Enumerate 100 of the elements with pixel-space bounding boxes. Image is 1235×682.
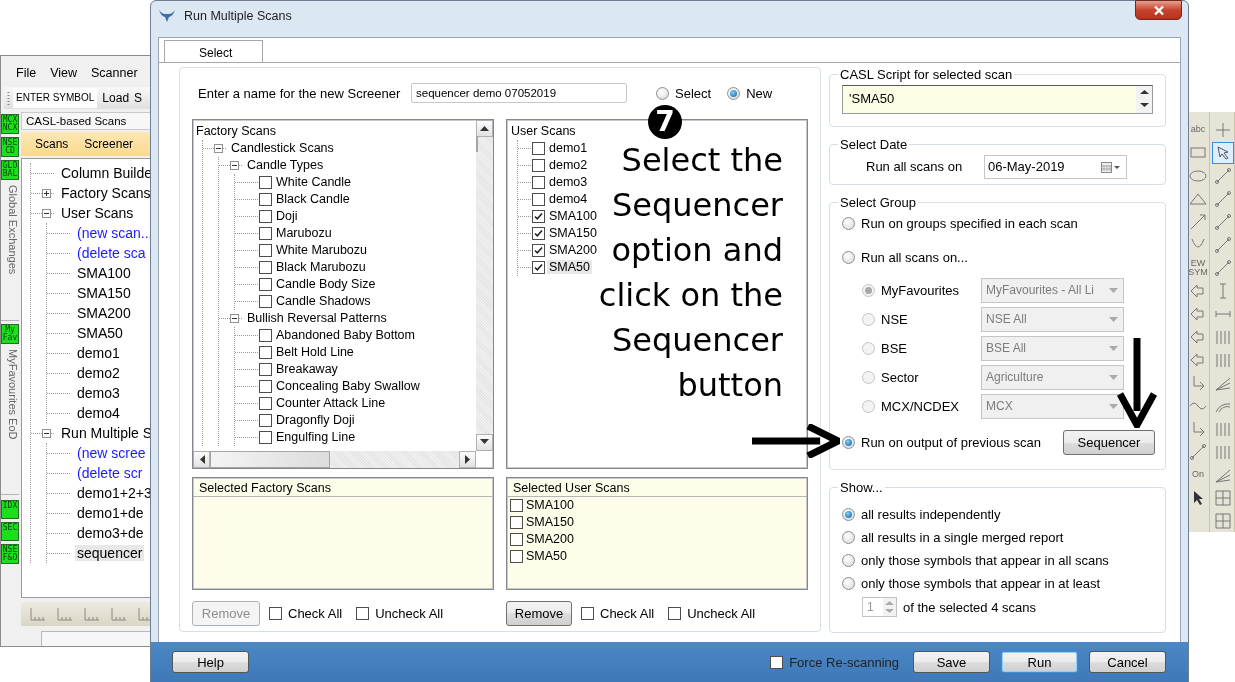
radio-button[interactable]: [842, 507, 855, 521]
side-badge[interactable]: GLO BAL: [1, 160, 19, 180]
tree-item[interactable]: Abandoned Baby Bottom: [274, 328, 417, 343]
tree-item[interactable]: demo3: [75, 385, 122, 401]
checkbox[interactable]: [259, 396, 272, 410]
checkbox[interactable]: [259, 294, 272, 308]
ruler-icon[interactable]: [110, 607, 128, 621]
tree-item[interactable]: SMA200: [547, 243, 599, 258]
checkbox[interactable]: [532, 209, 545, 223]
tree-item[interactable]: Concealing Baby Swallow: [274, 379, 422, 394]
tree-item[interactable]: (delete sca: [75, 245, 148, 261]
checkbox[interactable]: [259, 345, 272, 359]
menu-item[interactable]: File: [16, 66, 37, 80]
side-badge[interactable]: IDX: [1, 500, 19, 519]
sequencer-button[interactable]: Sequencer: [1063, 430, 1155, 456]
tree-item[interactable]: Factory Scans: [196, 124, 276, 139]
tree-item[interactable]: demo4: [75, 405, 122, 421]
tree-item[interactable]: SMA50: [75, 325, 125, 341]
checkbox[interactable]: [510, 515, 523, 529]
scroll-arrow-icon[interactable]: [198, 454, 205, 464]
collapse-icon[interactable]: [230, 313, 239, 323]
vertical-scrollbar[interactable]: [476, 119, 493, 451]
checkbox[interactable]: [770, 655, 784, 669]
checkbox[interactable]: [510, 549, 523, 563]
radio-button[interactable]: [656, 86, 669, 100]
tree-item[interactable]: User Scans: [511, 124, 576, 139]
radio-label[interactable]: New: [746, 85, 773, 101]
calendar-icon[interactable]: [1101, 160, 1121, 173]
tree-item[interactable]: Counter Attack Line: [274, 396, 388, 411]
radio-label[interactable]: only those symbols that appear in at least: [861, 575, 1101, 591]
tree-item[interactable]: SMA100: [547, 209, 599, 224]
menu-item[interactable]: Scans: [35, 137, 69, 151]
tree-item[interactable]: demo2: [75, 365, 122, 381]
expand-icon[interactable]: [42, 188, 51, 198]
radio-button[interactable]: [842, 251, 855, 265]
tool-button[interactable]: abc: [1187, 118, 1209, 141]
side-badge[interactable]: SEC: [1, 522, 19, 541]
tree-item[interactable]: demo1: [547, 141, 590, 156]
checkbox[interactable]: [532, 175, 545, 189]
checkbox[interactable]: [510, 498, 523, 512]
tab[interactable]: Select: [164, 39, 263, 62]
tree-item[interactable]: Candle Types: [245, 158, 326, 173]
tree-item[interactable]: (new scan...: [75, 225, 151, 241]
side-badge[interactable]: My Fav: [1, 324, 19, 344]
radio-button[interactable]: [727, 86, 741, 100]
tree-item[interactable]: SMA50: [547, 260, 592, 275]
menu-item[interactable]: View: [50, 66, 78, 80]
dialog-button[interactable]: Save: [913, 651, 990, 674]
tree-item[interactable]: White Marubozu: [274, 243, 369, 258]
tree-item[interactable]: Belt Hold Line: [274, 345, 356, 360]
checkbox[interactable]: [259, 175, 272, 189]
side-tab[interactable]: Global Exchanges: [1, 183, 19, 321]
dialog-button[interactable]: Run: [1001, 651, 1078, 674]
checkbox-label[interactable]: Uncheck All: [375, 605, 444, 621]
ruler-icon[interactable]: [137, 607, 151, 621]
date-field[interactable]: 06-May-2019: [984, 154, 1127, 179]
checkbox[interactable]: [581, 606, 594, 620]
collapse-icon[interactable]: [230, 160, 239, 170]
ruler-icon[interactable]: [29, 607, 47, 621]
tree-item[interactable]: Factory Scans: [59, 185, 151, 201]
checkbox[interactable]: [532, 243, 545, 257]
collapse-icon[interactable]: [42, 428, 51, 438]
tree-item[interactable]: User Scans: [59, 205, 136, 221]
checkbox-label[interactable]: Check All: [600, 605, 655, 621]
horizontal-scrollbar[interactable]: [193, 450, 476, 468]
name-field[interactable]: sequencer demo 07052019: [411, 83, 627, 104]
side-badge[interactable]: NSE F&O: [1, 544, 19, 564]
checkbox-label[interactable]: Check All: [288, 605, 343, 621]
help-button[interactable]: Help: [172, 651, 249, 674]
checkbox[interactable]: [259, 379, 272, 393]
tree-item[interactable]: Engulfing Line: [274, 430, 358, 445]
checkbox[interactable]: [259, 192, 272, 206]
radio-label[interactable]: all results in a single merged report: [861, 529, 1064, 545]
tree-item[interactable]: Marubozu: [274, 226, 334, 241]
menu-item[interactable]: Scanner: [91, 66, 138, 80]
tree-item[interactable]: demo1: [75, 345, 122, 361]
tool-button[interactable]: EW SYM: [1187, 256, 1209, 279]
dialog-button[interactable]: Cancel: [1089, 651, 1166, 674]
remove-button[interactable]: Remove: [506, 600, 572, 626]
toolbar-button[interactable]: S: [134, 91, 143, 105]
drawing-tool-icon[interactable]: [1212, 141, 1234, 164]
tree-item[interactable]: SMA200: [75, 305, 133, 321]
checkbox[interactable]: [259, 243, 272, 257]
side-badge[interactable]: NSE CD: [1, 137, 19, 157]
tree-item[interactable]: Bullish Reversal Patterns: [245, 311, 389, 326]
symbol-field[interactable]: ENTER SYMBOL: [13, 88, 98, 108]
tree-item[interactable]: Black Candle: [274, 192, 352, 207]
radio-label[interactable]: only those symbols that appear in all scans: [861, 552, 1109, 568]
tree-item[interactable]: Dragonfly Doji: [274, 413, 357, 428]
side-badge[interactable]: MCX NCX: [1, 114, 19, 134]
checkbox[interactable]: [510, 532, 523, 546]
close-button[interactable]: [1135, 0, 1182, 20]
radio-button[interactable]: [842, 576, 855, 590]
radio-button[interactable]: [842, 436, 855, 450]
radio-label[interactable]: all results independently: [861, 506, 1001, 522]
radio-button[interactable]: [842, 553, 855, 567]
checkbox[interactable]: [532, 141, 545, 155]
script-field[interactable]: 'SMA50: [842, 84, 1153, 114]
radio-label[interactable]: Select: [675, 85, 712, 101]
radio-button[interactable]: [842, 530, 855, 544]
